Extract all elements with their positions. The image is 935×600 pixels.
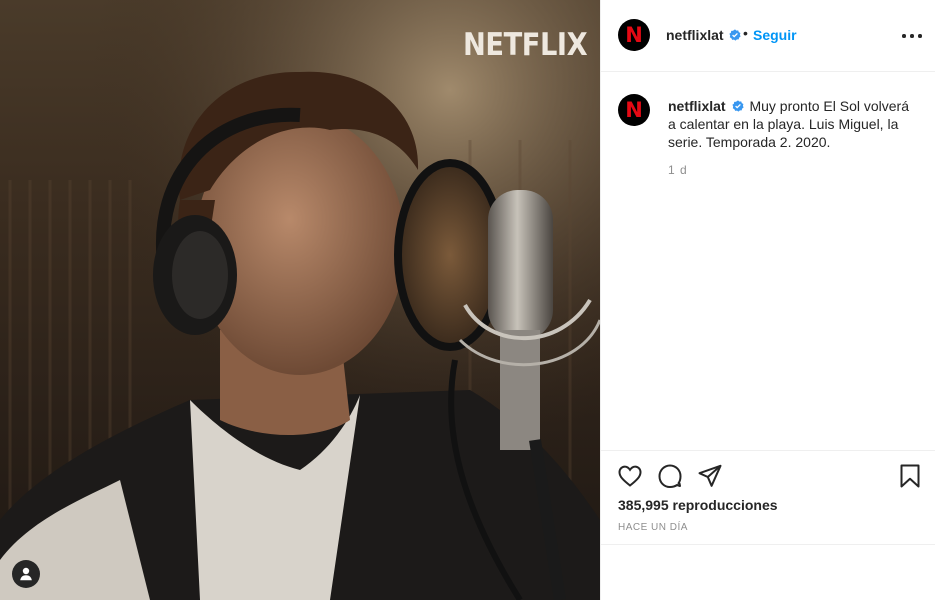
caption-author-avatar[interactable]: N — [618, 94, 650, 126]
more-options-button[interactable] — [901, 24, 923, 46]
post-timestamp[interactable]: HACE UN DÍA — [618, 522, 688, 533]
netflix-logo-icon: N — [625, 23, 643, 47]
user-icon — [20, 567, 32, 581]
caption-time[interactable]: 1 d — [668, 163, 688, 177]
video-frame-image — [0, 0, 600, 600]
share-icon[interactable] — [697, 463, 723, 489]
views-count[interactable]: 385,995 reproducciones — [618, 497, 778, 513]
author-avatar[interactable]: N — [618, 19, 650, 51]
bookmark-icon[interactable] — [897, 463, 923, 489]
caption-username[interactable]: netflixlat — [668, 98, 726, 114]
verified-badge — [726, 27, 741, 45]
header-separator: • — [743, 25, 748, 41]
tagged-users-button[interactable] — [12, 560, 40, 588]
post-side-panel: N netflixlat • Seguir N netflixlat Muy p… — [600, 0, 935, 600]
netflix-watermark: NETFLIX — [463, 27, 588, 63]
post-header: N netflixlat • Seguir — [601, 0, 935, 72]
post-media-video[interactable]: NETFLIX — [0, 0, 600, 600]
verified-badge-icon — [732, 100, 745, 112]
post-actions: 385,995 reproducciones HACE UN DÍA — [601, 450, 935, 545]
verified-badge-icon — [729, 29, 741, 41]
netflix-logo-icon: N — [625, 98, 643, 122]
author-username[interactable]: netflixlat — [666, 27, 724, 43]
comment-icon[interactable] — [657, 463, 683, 489]
heart-icon[interactable] — [617, 463, 643, 489]
more-options-icon — [902, 34, 906, 38]
caption-section: N netflixlat Muy pronto El Sol volverá a… — [601, 72, 935, 450]
follow-button[interactable]: Seguir — [753, 27, 797, 43]
caption: netflixlat Muy pronto El Sol volverá a c… — [668, 97, 918, 151]
